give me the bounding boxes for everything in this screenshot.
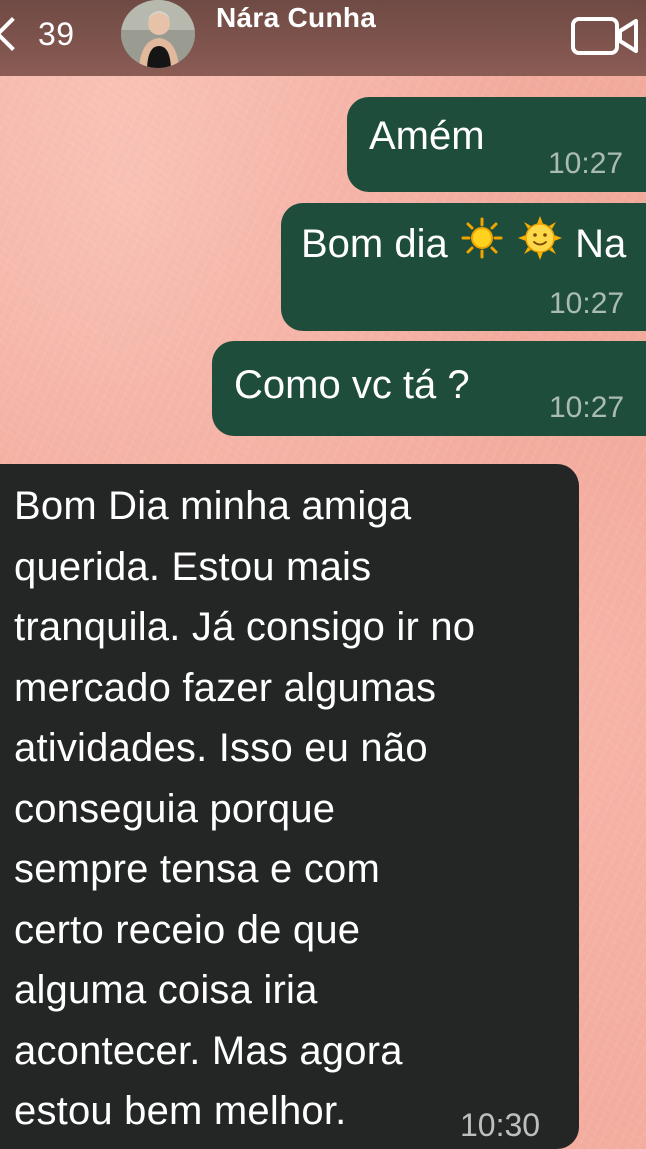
message-line: alguma coisa iria <box>14 968 318 1012</box>
chat-header: 39 Nára Cunha <box>0 0 646 76</box>
message-time: 10:27 <box>549 391 625 424</box>
message-line: certo receio de que <box>14 907 361 952</box>
video-camera-icon <box>571 17 638 55</box>
video-call-button[interactable] <box>570 12 642 60</box>
message-text: Como vc tá ? <box>234 363 470 407</box>
message-bubble-outgoing[interactable]: Como vc tá ? 10:27 <box>212 341 646 436</box>
avatar[interactable] <box>121 0 195 68</box>
contact-name[interactable]: Nára Cunha <box>216 2 376 34</box>
message-line: atividades. Isso eu não <box>14 726 428 770</box>
message-line: tranquila. Já consigo ir no <box>14 605 476 649</box>
message-bubble-incoming[interactable]: Bom Dia minha amiga querida. Estou mais … <box>0 464 579 1149</box>
message-text: Amém <box>369 114 485 158</box>
back-button[interactable]: 39 <box>0 6 100 62</box>
message-line: acontecer. Mas agora <box>14 1028 403 1073</box>
message-line: mercado fazer algumas <box>14 665 437 710</box>
message-line: Bom Dia minha amiga <box>14 484 412 528</box>
unread-count: 39 <box>38 15 75 52</box>
message-line: querida. Estou mais <box>14 544 372 589</box>
message-text: Bom dia Na <box>301 214 626 277</box>
chevron-left-icon <box>0 17 29 51</box>
message-text-prefix: Bom dia <box>301 222 448 266</box>
message-time: 10:30 <box>460 1107 541 1143</box>
message-bubble-outgoing[interactable]: Amém 10:27 <box>347 97 646 192</box>
message-bubble-outgoing[interactable]: Bom dia Na 10:27 <box>281 203 646 331</box>
message-line: conseguia porque <box>14 786 336 831</box>
message-text: Bom Dia minha amiga querida. Estou mais … <box>14 476 574 1142</box>
message-line: sempre tensa e com <box>14 847 380 891</box>
sun-with-face-emoji <box>518 215 562 277</box>
sun-emoji <box>461 216 503 276</box>
message-text-suffix: Na <box>575 222 627 266</box>
message-time: 10:27 <box>549 287 625 320</box>
message-time: 10:27 <box>548 147 624 180</box>
